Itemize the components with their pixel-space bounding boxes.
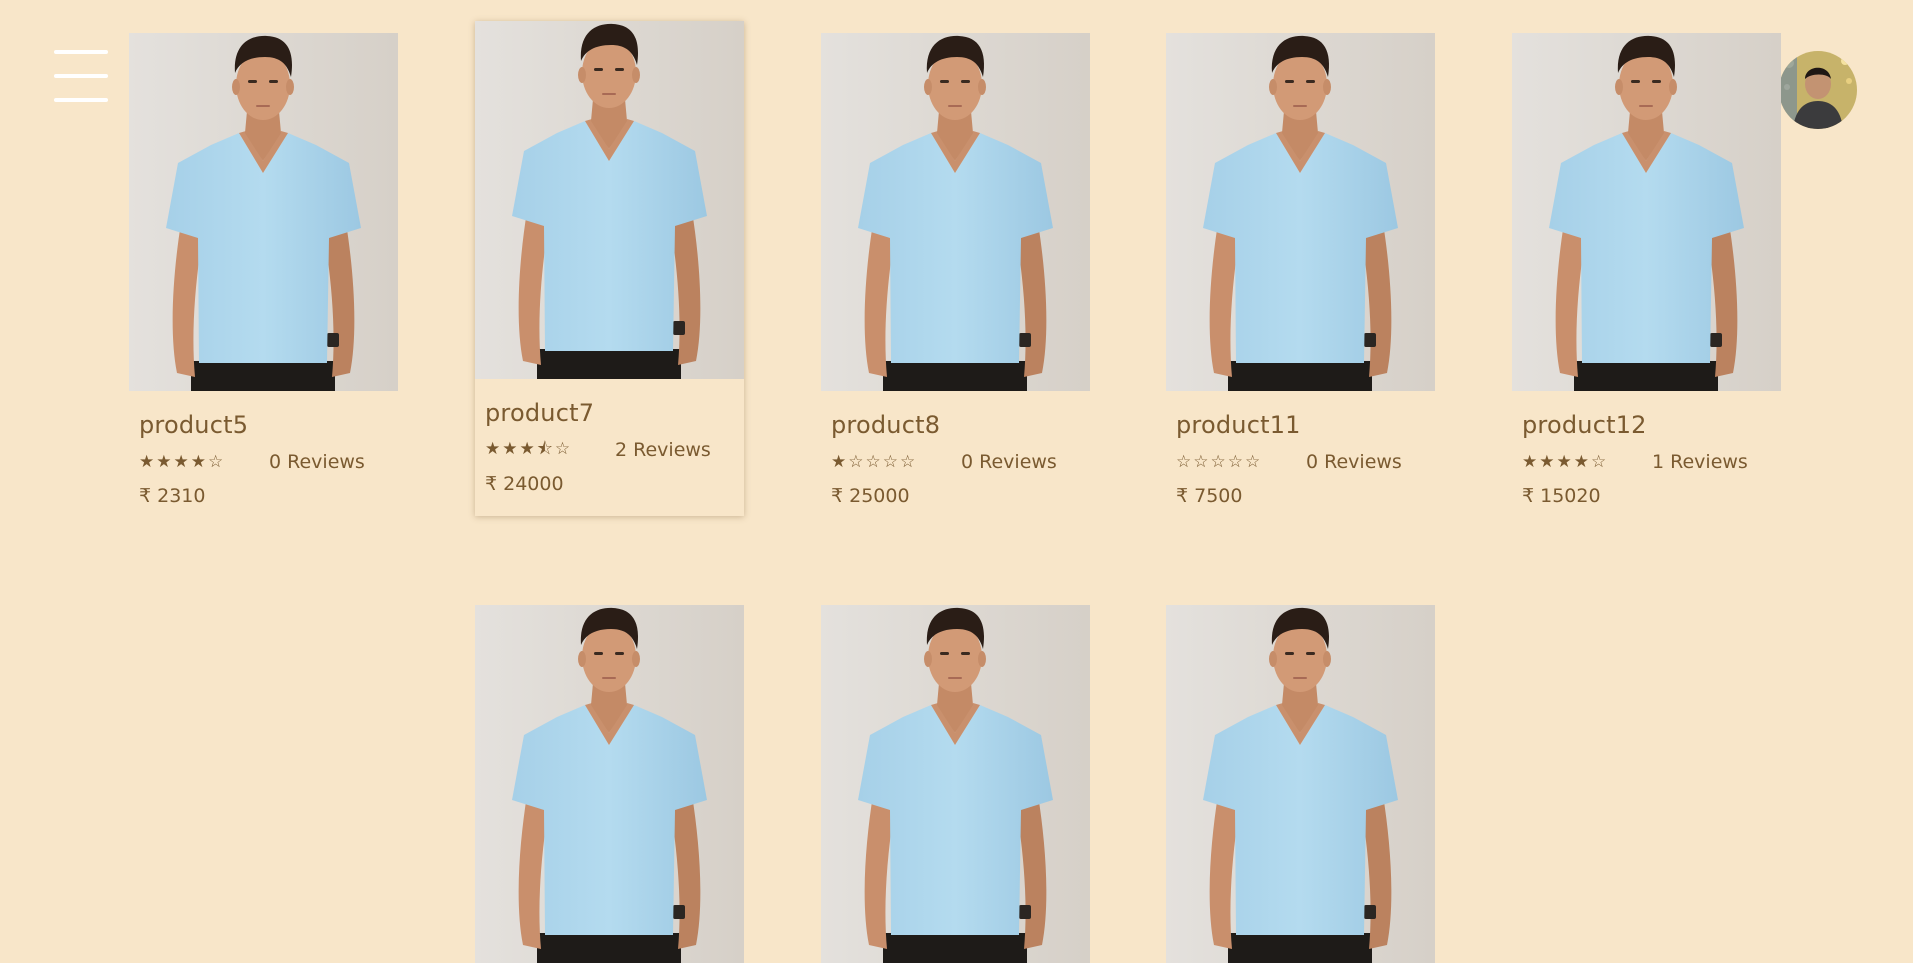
review-count: 0 Reviews [961,451,1057,473]
product-image[interactable] [821,605,1090,963]
star-rating: ★☆☆☆☆ [831,452,918,472]
product-name[interactable]: product12 [1522,411,1781,439]
product-name[interactable]: product5 [139,411,398,439]
review-count: 1 Reviews [1652,451,1748,473]
product-card[interactable] [821,605,1090,963]
product-image[interactable] [129,33,398,391]
hamburger-menu-icon [54,50,108,54]
product-card[interactable]: product5 ★★★★☆ 0 Reviews ₹ 2310 [129,33,398,507]
rating-row: ☆☆☆☆☆ 0 Reviews [1176,451,1435,473]
product-image[interactable] [475,605,744,963]
product-card[interactable] [475,605,744,963]
review-count: 0 Reviews [1306,451,1402,473]
hamburger-menu-icon-bar [54,98,108,102]
star-rating: ★★★★☆ [139,452,226,472]
product-name[interactable]: product8 [831,411,1090,439]
rating-row: ★★★★☆ 0 Reviews [139,451,398,473]
product-price: ₹ 25000 [831,485,910,507]
product-card[interactable]: product12 ★★★★☆ 1 Reviews ₹ 15020 [1512,33,1781,507]
product-card[interactable] [1166,605,1435,963]
product-card[interactable]: product11 ☆☆☆☆☆ 0 Reviews ₹ 7500 [1166,33,1435,507]
rating-row: ★★★★☆ 1 Reviews [1522,451,1781,473]
product-card[interactable]: product7 ★★★⯪☆ 2 Reviews ₹ 24000 [475,21,744,516]
product-name[interactable]: product11 [1176,411,1435,439]
star-rating: ☆☆☆☆☆ [1176,452,1263,472]
rating-row: ★★★⯪☆ 2 Reviews [485,439,744,462]
product-card[interactable]: product8 ★☆☆☆☆ 0 Reviews ₹ 25000 [821,33,1090,507]
product-image[interactable] [821,33,1090,391]
product-price: ₹ 24000 [485,473,564,495]
review-count: 2 Reviews [615,439,711,461]
user-avatar[interactable] [1779,51,1857,129]
rating-row: ★☆☆☆☆ 0 Reviews [831,451,1090,473]
product-price: ₹ 15020 [1522,485,1601,507]
product-price: ₹ 2310 [139,485,206,507]
hamburger-menu-icon-bar [54,74,108,78]
star-rating: ★★★⯪☆ [485,438,573,459]
star-rating: ★★★★☆ [1522,452,1609,472]
product-image[interactable] [1166,33,1435,391]
product-image[interactable] [475,21,744,379]
product-name[interactable]: product7 [485,399,744,427]
product-image[interactable] [1166,605,1435,963]
product-price: ₹ 7500 [1176,485,1243,507]
product-image[interactable] [1512,33,1781,391]
review-count: 0 Reviews [269,451,365,473]
hamburger-menu-button[interactable] [54,50,108,102]
